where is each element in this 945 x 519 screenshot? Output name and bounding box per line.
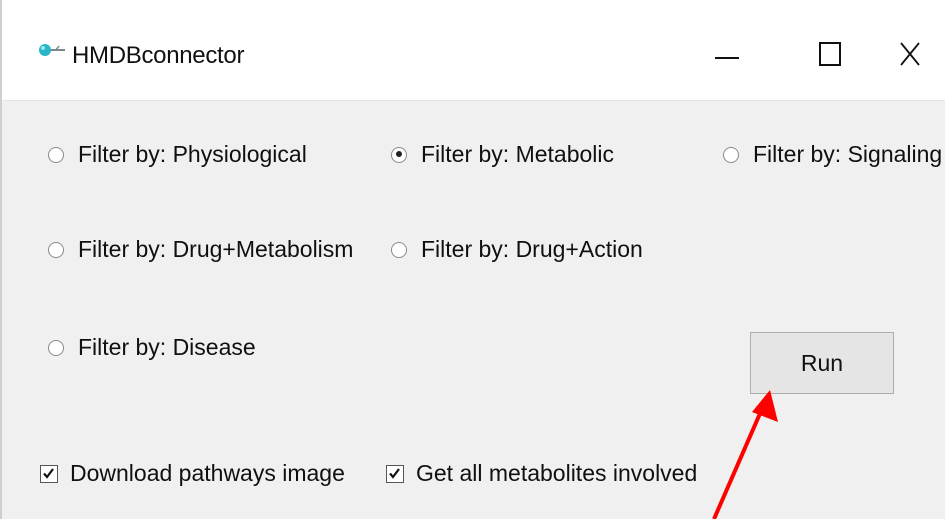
- app-window: HMDBconnector Filter by: Physiological F…: [0, 0, 945, 519]
- run-button[interactable]: Run: [750, 332, 894, 394]
- maximize-button[interactable]: [795, 26, 865, 86]
- radio-filter-physiological[interactable]: Filter by: Physiological: [48, 141, 307, 168]
- radio-button-icon[interactable]: [391, 146, 407, 163]
- radio-button-icon[interactable]: [391, 241, 407, 258]
- radio-filter-disease[interactable]: Filter by: Disease: [48, 334, 256, 361]
- radio-filter-drug-action[interactable]: Filter by: Drug+Action: [391, 236, 643, 263]
- checkbox-get-all-metabolites[interactable]: Get all metabolites involved: [386, 460, 697, 487]
- run-button-label: Run: [800, 349, 844, 376]
- radio-filter-drug-metabolism[interactable]: Filter by: Drug+Metabolism: [48, 236, 353, 263]
- radio-filter-metabolic[interactable]: Filter by: Metabolic: [391, 141, 614, 168]
- app-icon: [36, 38, 66, 62]
- checkbox-download-pathways-image[interactable]: Download pathways image: [40, 460, 345, 487]
- radio-filter-signaling[interactable]: Filter by: Signaling: [723, 141, 942, 168]
- radio-button-icon[interactable]: [723, 146, 739, 163]
- checkbox-label: Get all metabolites involved: [416, 460, 698, 486]
- radio-label: Filter by: Physiological: [78, 141, 307, 167]
- minimize-button[interactable]: [692, 26, 762, 86]
- maximize-icon: [819, 41, 841, 71]
- title-bar: HMDBconnector: [2, 0, 945, 101]
- radio-label: Filter by: Disease: [78, 334, 256, 360]
- checkbox-icon[interactable]: [40, 464, 58, 483]
- radio-button-icon[interactable]: [48, 339, 64, 356]
- radio-button-icon[interactable]: [48, 241, 64, 258]
- close-button[interactable]: [875, 26, 945, 86]
- checkbox-label: Download pathways image: [70, 460, 345, 486]
- radio-label: Filter by: Drug+Action: [421, 236, 643, 262]
- radio-label: Filter by: Drug+Metabolism: [78, 236, 354, 262]
- close-icon: [899, 41, 921, 72]
- radio-button-icon[interactable]: [48, 146, 64, 163]
- window-title: HMDBconnector: [72, 42, 245, 69]
- checkbox-icon[interactable]: [386, 464, 404, 483]
- radio-label: Filter by: Metabolic: [421, 141, 615, 167]
- radio-label: Filter by: Signaling: [753, 141, 943, 167]
- minimize-icon: [715, 47, 739, 65]
